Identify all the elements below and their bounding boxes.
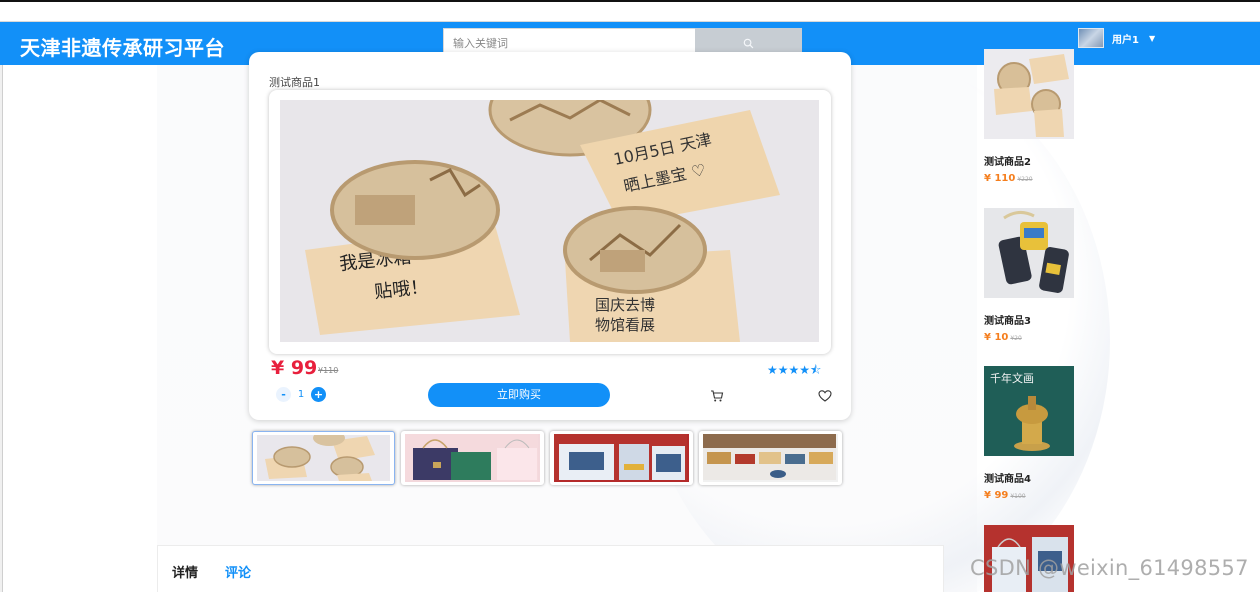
- sidebar-item-1[interactable]: 测试商品2 ¥ 110 ¥220: [984, 49, 1104, 184]
- quantity-stepper: - 1 +: [276, 387, 326, 402]
- thumbnail-3[interactable]: [550, 431, 693, 485]
- quantity-decrease-button[interactable]: -: [276, 387, 291, 402]
- user-menu[interactable]: 用户1 ▼: [1078, 28, 1155, 48]
- product-old-price: ¥110: [318, 366, 339, 375]
- sidebar-item-price: ¥ 10 ¥20: [984, 332, 1104, 343]
- thumbnail-2[interactable]: [401, 431, 544, 485]
- window-border: [0, 0, 1260, 2]
- sidebar-item-old-price: ¥220: [1017, 176, 1033, 183]
- quantity-value: 1: [297, 389, 305, 400]
- sidebar-item-image[interactable]: [984, 208, 1074, 298]
- sidebar-poster-text: 千年文画: [990, 371, 1034, 385]
- product-card: 测试商品1 10月5日 天津 晒上墨宝 ♡ 我是冰箱 贴哦！ 国庆去博 物馆看展…: [249, 52, 851, 420]
- chevron-down-icon[interactable]: ▼: [1149, 34, 1155, 43]
- sidebar-item-name[interactable]: 测试商品3: [984, 312, 1104, 327]
- sidebar-item-old-price: ¥20: [1010, 335, 1022, 342]
- sidebar-item-old-price: ¥100: [1010, 493, 1026, 500]
- sidebar-item-image[interactable]: [984, 49, 1074, 139]
- sidebar-item-name[interactable]: 测试商品4: [984, 470, 1104, 485]
- sidebar-item-price-value: ¥ 99: [984, 490, 1009, 501]
- product-title: 测试商品1: [269, 76, 320, 89]
- tab-detail[interactable]: 详情: [172, 562, 198, 581]
- search-icon: [743, 38, 754, 49]
- heart-icon[interactable]: [818, 389, 832, 403]
- sidebar-item-price-value: ¥ 110: [984, 173, 1016, 184]
- thumbnail-4[interactable]: [699, 431, 842, 485]
- rating-stars: ★★★★⯪: [767, 363, 822, 377]
- product-image-frame: 10月5日 天津 晒上墨宝 ♡ 我是冰箱 贴哦！ 国庆去博 物馆看展: [269, 90, 831, 354]
- svg-text:物馆看展: 物馆看展: [595, 316, 655, 334]
- buy-now-button[interactable]: 立即购买: [428, 383, 610, 407]
- user-name[interactable]: 用户1: [1112, 31, 1139, 46]
- sidebar-item-price-value: ¥ 10: [984, 332, 1009, 343]
- site-title[interactable]: 天津非遗传承研习平台: [20, 32, 225, 61]
- sidebar-item-price: ¥ 110 ¥220: [984, 173, 1104, 184]
- tab-comment[interactable]: 评论: [225, 562, 251, 581]
- product-image: 10月5日 天津 晒上墨宝 ♡ 我是冰箱 贴哦！ 国庆去博 物馆看展: [280, 100, 819, 342]
- left-scroll-edge: [0, 22, 3, 592]
- watermark: CSDN @weixin_61498557: [970, 556, 1249, 580]
- sidebar-item-3[interactable]: 千年文画 测试商品4 ¥ 99 ¥100: [984, 366, 1104, 501]
- cart-icon[interactable]: [710, 389, 724, 403]
- page-root: 天津非遗传承研习平台 用户1 ▼ 测试商品1: [0, 0, 1260, 592]
- svg-text:国庆去博: 国庆去博: [595, 296, 655, 314]
- thumbnail-1[interactable]: [252, 431, 395, 485]
- product-price: ¥ 99: [271, 357, 318, 379]
- sidebar-item-price: ¥ 99 ¥100: [984, 490, 1104, 501]
- detail-tabs: 详情 评论: [157, 545, 944, 592]
- avatar[interactable]: [1078, 28, 1104, 48]
- browser-top-strip: [0, 0, 1260, 22]
- thumbnail-strip: [252, 431, 848, 485]
- sidebar-item-image[interactable]: 千年文画: [984, 366, 1074, 456]
- sidebar-item-2[interactable]: 测试商品3 ¥ 10 ¥20: [984, 208, 1104, 343]
- quantity-increase-button[interactable]: +: [311, 387, 326, 402]
- sidebar-item-name[interactable]: 测试商品2: [984, 153, 1104, 168]
